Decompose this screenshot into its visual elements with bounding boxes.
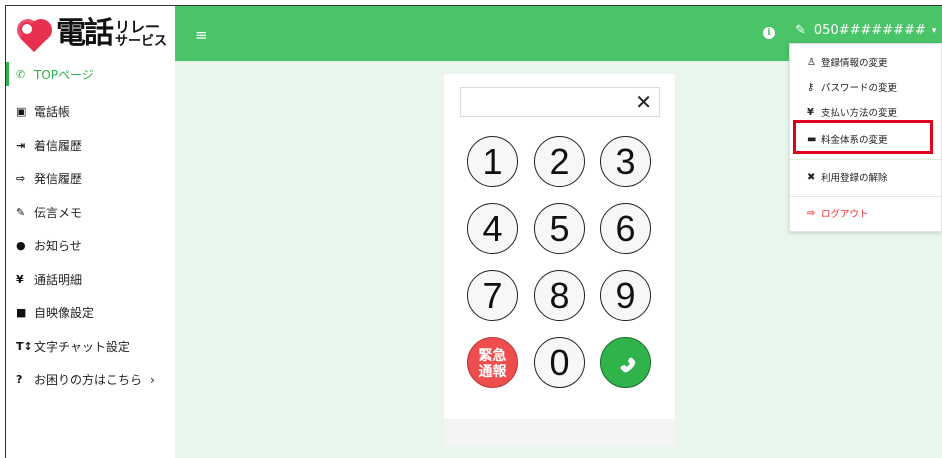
menu-item-label: 支払い方法の変更 [821, 108, 898, 119]
help-icon: ? [16, 373, 23, 387]
user-icon: ♙ [807, 56, 816, 68]
sidebar-item-top[interactable]: ✆ TOPページ [6, 62, 175, 86]
wallet-icon: ▬ [807, 133, 817, 145]
caret-down-icon: ▾ [931, 25, 937, 36]
sidebar-item-label: 着信履歴 [34, 138, 83, 153]
info-icon[interactable]: i [763, 27, 775, 39]
menu-item-change-payment[interactable]: ¥ 支払い方法の変更 [790, 102, 941, 122]
menu-item-label: 料金体系の変更 [821, 135, 888, 146]
keypad-card: ✕ 1 2 3 4 5 6 7 8 9 緊急 通報 0 [444, 74, 675, 446]
sidebar-item-label: 伝言メモ [34, 205, 83, 220]
key-9[interactable]: 9 [600, 270, 651, 321]
outgoing-icon: ⇨ [16, 172, 26, 186]
sidebar-item-news[interactable]: ● お知らせ [6, 229, 175, 263]
emergency-label-line1: 緊急 [478, 346, 507, 363]
sidebar-item-incoming[interactable]: ⇥ 着信履歴 [6, 129, 175, 163]
sidebar-item-video-settings[interactable]: ■ 自映像設定 [6, 296, 175, 330]
menu-item-edit-profile[interactable]: ♙ 登録情報の変更 [790, 52, 941, 72]
sidebar-item-label: 電話帳 [34, 105, 71, 120]
sidebar: 電話 リレー サービス ✆ TOPページ ▣ 電話帳 ⇥ 着信履歴 ⇨ 発信履歴 [6, 6, 175, 458]
chevron-right-icon: › [150, 372, 155, 387]
sidebar-item-label: 自映像設定 [34, 306, 95, 321]
dial-input[interactable]: ✕ [460, 87, 660, 117]
sidebar-item-label: 発信履歴 [34, 172, 83, 187]
menu-item-logout[interactable]: ⇨ ログアウト [790, 203, 941, 223]
user-dropdown-menu: ♙ 登録情報の変更 ⚷ パスワードの変更 ¥ 支払い方法の変更 ▬ 料金体系の変… [789, 43, 942, 232]
yen-icon: ¥ [807, 106, 814, 118]
key-3[interactable]: 3 [600, 136, 651, 187]
text-size-icon: T↕ [16, 339, 33, 353]
key-2[interactable]: 2 [534, 136, 585, 187]
key-7[interactable]: 7 [467, 270, 518, 321]
sidebar-item-help[interactable]: ? お困りの方はこちら › [6, 363, 175, 397]
user-number: 050######## [813, 23, 926, 38]
logout-icon: ⇨ [807, 207, 816, 219]
sidebar-item-label: お知らせ [34, 239, 82, 254]
yen-icon: ¥ [16, 272, 24, 286]
key-5[interactable]: 5 [534, 203, 585, 254]
logo[interactable]: 電話 リレー サービス [14, 12, 174, 56]
menu-divider [790, 159, 941, 160]
sidebar-item-label: 通話明細 [34, 272, 83, 287]
heart-logo-icon [14, 16, 54, 53]
key-8[interactable]: 8 [534, 270, 585, 321]
info-icon: ● [16, 239, 26, 253]
emergency-call-button[interactable]: 緊急 通報 [467, 337, 518, 388]
sidebar-item-outgoing[interactable]: ⇨ 発信履歴 [6, 162, 175, 196]
user-menu-toggle[interactable]: ✎ 050######## ▾ [795, 23, 936, 38]
user-remove-icon: ✖ [807, 171, 816, 183]
sidebar-item-label: お困りの方はこちら [34, 373, 143, 388]
keypad-footer [444, 419, 675, 446]
phone-icon: ✆ [16, 67, 26, 81]
key-4[interactable]: 4 [467, 203, 518, 254]
sidebar-item-phonebook[interactable]: ▣ 電話帳 [6, 95, 175, 129]
edit-icon: ✎ [16, 205, 26, 219]
key-1[interactable]: 1 [467, 136, 518, 187]
menu-item-label: 登録情報の変更 [821, 58, 888, 69]
menu-item-change-plan[interactable]: ▬ 料金体系の変更 [790, 129, 941, 149]
sidebar-item-statement[interactable]: ¥ 通話明細 [6, 263, 175, 297]
edit-icon: ✎ [795, 23, 806, 38]
key-icon: ⚷ [807, 81, 815, 93]
clear-button[interactable]: ✕ [635, 90, 652, 114]
video-icon: ■ [16, 306, 27, 320]
address-book-icon: ▣ [16, 105, 27, 119]
menu-item-label: 利用登録の解除 [821, 173, 888, 184]
logo-sub-text: リレー サービス [115, 18, 168, 49]
menu-item-change-password[interactable]: ⚷ パスワードの変更 [790, 77, 941, 97]
call-button[interactable] [600, 337, 651, 388]
sidebar-item-label: TOPページ [34, 67, 94, 82]
menu-divider [790, 196, 941, 197]
emergency-label-line2: 通報 [478, 362, 507, 379]
incoming-icon: ⇥ [16, 138, 26, 152]
logo-main-text: 電話 [56, 16, 114, 51]
menu-item-label: パスワードの変更 [821, 83, 898, 94]
sidebar-item-text-chat-settings[interactable]: T↕ 文字チャット設定 [6, 330, 175, 364]
sidebar-item-label: 文字チャット設定 [34, 339, 130, 354]
key-6[interactable]: 6 [600, 203, 651, 254]
phone-handset-icon [620, 357, 635, 372]
menu-item-cancel-registration[interactable]: ✖ 利用登録の解除 [790, 167, 941, 187]
sidebar-item-memo[interactable]: ✎ 伝言メモ [6, 196, 175, 230]
key-0[interactable]: 0 [534, 337, 585, 388]
menu-item-label: ログアウト [821, 209, 869, 220]
sidebar-nav: ✆ TOPページ ▣ 電話帳 ⇥ 着信履歴 ⇨ 発信履歴 ✎ 伝言メモ ● お知… [6, 62, 175, 397]
hamburger-menu-icon[interactable]: ≡ [195, 26, 208, 44]
